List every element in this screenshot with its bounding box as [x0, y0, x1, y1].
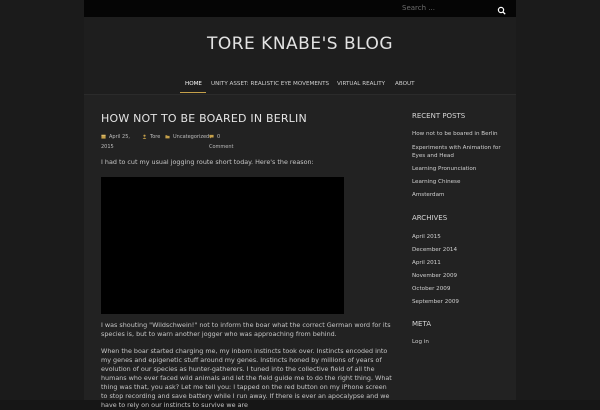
- archive-link[interactable]: October 2009: [412, 285, 508, 293]
- archive-link[interactable]: November 2009: [412, 272, 508, 280]
- site-header: TORE KNABE'S BLOG HOME UNITY ASSET: REAL…: [84, 17, 516, 94]
- meta-title: META: [412, 320, 431, 328]
- post-paragraph-1: I had to cut my usual jogging route shor…: [101, 158, 314, 166]
- post-date-line1: April 25,: [109, 134, 130, 140]
- user-icon: [142, 134, 147, 139]
- recent-post-link[interactable]: Experiments with Animation for Eyes and …: [412, 144, 508, 160]
- post-category-name: Uncategorized: [173, 134, 210, 140]
- post-comments-label: Comment: [209, 144, 234, 150]
- search-input[interactable]: [402, 2, 488, 14]
- content-area: HOW NOT TO BE BOARED IN BERLIN April 25,…: [84, 94, 516, 409]
- embedded-video[interactable]: [101, 177, 344, 314]
- nav-item-home[interactable]: HOME: [185, 81, 202, 87]
- site-title[interactable]: TORE KNABE'S BLOG: [84, 34, 516, 54]
- recent-post-link[interactable]: Learning Pronunciation: [412, 165, 508, 173]
- comment-icon: [209, 134, 214, 139]
- nav-item-about[interactable]: ABOUT: [395, 81, 414, 87]
- post-meta: April 25, 2015 Tore Uncategorized 0 Comm…: [101, 134, 241, 154]
- top-bar: [84, 0, 516, 17]
- archive-link[interactable]: September 2009: [412, 298, 508, 306]
- header-divider: [84, 94, 516, 95]
- page-background-left: [0, 0, 84, 400]
- login-link[interactable]: Log in: [412, 338, 508, 346]
- recent-posts-title: RECENT POSTS: [412, 112, 466, 120]
- main-nav: HOME UNITY ASSET: REALISTIC EYE MOVEMENT…: [84, 80, 516, 94]
- nav-item-unity-asset[interactable]: UNITY ASSET: REALISTIC EYE MOVEMENTS: [211, 81, 329, 87]
- post-title[interactable]: HOW NOT TO BE BOARED IN BERLIN: [101, 112, 307, 125]
- archive-link[interactable]: December 2014: [412, 246, 508, 254]
- archive-link[interactable]: April 2011: [412, 259, 508, 267]
- nav-active-indicator: [180, 92, 206, 93]
- recent-post-link[interactable]: Learning Chinese: [412, 178, 508, 186]
- post-author[interactable]: Tore: [142, 134, 160, 140]
- post-comments[interactable]: 0: [209, 134, 220, 140]
- post-date[interactable]: April 25,: [101, 134, 130, 140]
- post-paragraph-2: I was shouting "Wildschwein!" not to inf…: [101, 321, 391, 338]
- nav-item-virtual-reality[interactable]: VIRTUAL REALITY: [337, 81, 385, 87]
- search-button[interactable]: [496, 2, 508, 15]
- archives-title: ARCHIVES: [412, 214, 448, 222]
- archive-link[interactable]: April 2015: [412, 233, 508, 241]
- recent-post-link[interactable]: Amsterdam: [412, 191, 508, 199]
- post-category[interactable]: Uncategorized: [165, 134, 209, 140]
- post-paragraph-3: When the boar started charging me, my in…: [101, 347, 392, 409]
- post-comments-count: 0: [217, 134, 221, 140]
- page-background-right: [516, 0, 600, 400]
- calendar-icon: [101, 134, 106, 139]
- recent-post-link[interactable]: How not to be boared in Berlin: [412, 130, 508, 138]
- post-author-name: Tore: [150, 134, 161, 140]
- folder-icon: [165, 135, 170, 139]
- search-icon: [497, 6, 506, 15]
- post-date-line2: 2015: [101, 144, 114, 150]
